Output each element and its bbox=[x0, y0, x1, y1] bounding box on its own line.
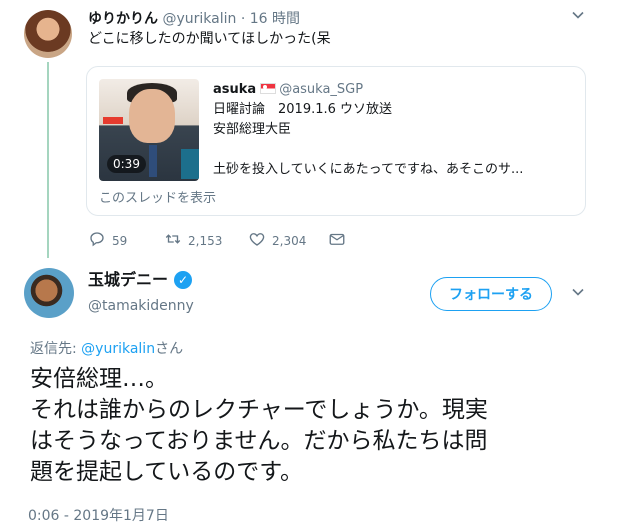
reply-prefix: 返信先: bbox=[30, 341, 82, 357]
thumbnail-face bbox=[129, 89, 175, 143]
reply-tweet-text: どこに移したのか聞いてほしかった(呆 bbox=[88, 31, 331, 47]
retweet-count: 2,153 bbox=[188, 233, 223, 248]
thumbnail-tie bbox=[149, 145, 157, 177]
quoted-author-handle: @asuka_SGP bbox=[279, 82, 364, 97]
main-author-handle[interactable]: @tamakidenny bbox=[88, 298, 194, 314]
reply-icon bbox=[88, 230, 106, 251]
follow-button[interactable]: フォローする bbox=[430, 277, 552, 311]
reply-count: 59 bbox=[112, 233, 128, 248]
verified-badge-icon: ✓ bbox=[174, 271, 193, 289]
quoted-header: asuka @asuka_SGP bbox=[213, 81, 363, 98]
replying-to-line: 返信先: @yurikalinさん bbox=[30, 338, 183, 358]
singapore-flag-icon bbox=[260, 83, 277, 94]
avatar-tamakidenny[interactable] bbox=[24, 268, 74, 318]
like-button[interactable]: 2,304 bbox=[248, 230, 306, 251]
thumbnail-sign bbox=[181, 149, 199, 179]
reply-mention-link[interactable]: @yurikalin bbox=[81, 341, 155, 357]
reply-suffix: さん bbox=[155, 341, 184, 357]
quoted-tweet-card[interactable]: 0:39 asuka @asuka_SGP 日曜討論 2019.1.6 ウソ放送 … bbox=[86, 66, 586, 216]
thread-connector-line bbox=[47, 62, 49, 258]
retweet-icon bbox=[164, 230, 182, 251]
show-thread-link[interactable]: このスレッドを表示 bbox=[99, 187, 216, 206]
caret-down-icon[interactable] bbox=[571, 285, 585, 303]
quoted-line: 日曜討論 2019.1.6 ウソ放送 bbox=[213, 102, 393, 117]
video-duration: 0:39 bbox=[107, 155, 146, 173]
reply-button[interactable]: 59 bbox=[88, 230, 127, 251]
main-author-name-row[interactable]: 玉城デニー ✓ bbox=[88, 270, 193, 290]
tweet-time[interactable]: 16 時間 bbox=[250, 11, 300, 27]
caret-down-icon[interactable] bbox=[571, 8, 585, 26]
reply-tweet-header: ゆりかりん @yurikalin · 16 時間 bbox=[88, 10, 300, 28]
quoted-line: 安部総理大臣 bbox=[213, 122, 292, 137]
main-tweet-text: 安倍総理…。 それは誰からのレクチャーでしょうか。現実 はそうなっておりません。… bbox=[30, 366, 488, 485]
broadcast-logo bbox=[103, 117, 123, 124]
retweet-button[interactable]: 2,153 bbox=[164, 230, 222, 251]
separator-dot: · bbox=[240, 11, 246, 27]
video-thumbnail[interactable]: 0:39 bbox=[99, 79, 199, 181]
direct-message-button[interactable] bbox=[328, 230, 346, 251]
quoted-author-name: asuka bbox=[213, 82, 257, 97]
author-handle[interactable]: @yurikalin bbox=[162, 11, 236, 27]
quoted-line: 土砂を投入していくにあたってですね、あそこのサ... bbox=[213, 162, 524, 177]
message-icon bbox=[328, 230, 346, 251]
avatar-yurikalin[interactable] bbox=[24, 10, 72, 58]
like-count: 2,304 bbox=[272, 233, 307, 248]
main-author-name[interactable]: 玉城デニー bbox=[88, 270, 168, 290]
like-icon bbox=[248, 230, 266, 251]
author-name[interactable]: ゆりかりん bbox=[88, 11, 158, 27]
main-tweet-timestamp[interactable]: 0:06 - 2019年1月7日 bbox=[28, 505, 169, 525]
